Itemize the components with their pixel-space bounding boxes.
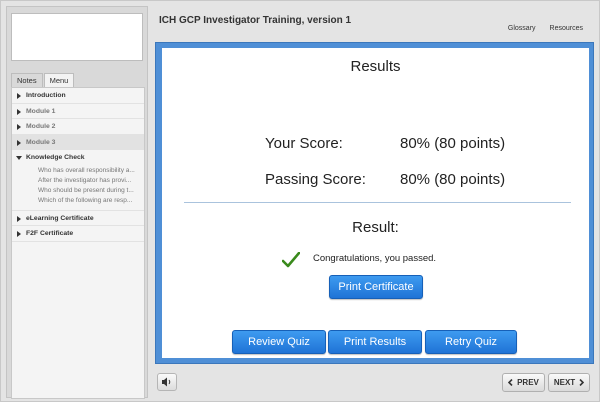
check-icon <box>282 252 300 268</box>
retry-quiz-button[interactable]: Retry Quiz <box>425 330 517 354</box>
menu-item-module-1[interactable]: Module 1 <box>12 104 144 119</box>
expand-arrow-icon <box>17 231 21 237</box>
menu-item-label: Module 3 <box>26 138 56 146</box>
sound-icon <box>162 377 171 387</box>
course-title: ICH GCP Investigator Training, version 1 <box>159 15 352 26</box>
menu-item-module-3[interactable]: Module 3 <box>12 134 144 150</box>
menu-item-label: F2F Certificate <box>26 230 74 237</box>
review-quiz-button[interactable]: Review Quiz <box>232 330 326 354</box>
logo-area <box>11 13 143 61</box>
result-label: Result: <box>352 219 399 236</box>
your-score-value: 80% (80 points) <box>400 135 506 152</box>
menu-item-elearning-certificate[interactable]: eLearning Certificate <box>12 211 144 226</box>
menu-item-label: Introduction <box>26 92 66 99</box>
menu-item-label: Module 1 <box>26 107 56 115</box>
results-panel: Results Your Score: 80% (80 points) Pass… <box>162 48 589 358</box>
expand-arrow-icon <box>17 215 21 222</box>
collapse-arrow-icon <box>16 156 22 160</box>
menu-item-f2f-certificate[interactable]: F2F Certificate <box>12 226 144 242</box>
prev-arrow-icon <box>508 379 513 386</box>
next-arrow-icon <box>579 379 585 386</box>
sound-button[interactable] <box>157 373 177 391</box>
expand-arrow-icon <box>17 108 21 115</box>
menu-item-introduction[interactable]: Introduction <box>12 88 144 104</box>
app-frame: Notes Menu Introduction Module 1 Module … <box>0 0 600 402</box>
sub-item-question-1[interactable]: Who has overall responsibility a... <box>12 166 144 176</box>
expand-arrow-icon <box>17 93 21 99</box>
sub-item-question-2[interactable]: After the investigator has provi... <box>12 176 144 186</box>
knowledge-check-subitems: Who has overall responsibility a... Afte… <box>12 166 144 211</box>
sub-item-question-3[interactable]: Who should be present during t... <box>12 186 144 196</box>
results-title: Results <box>350 58 401 75</box>
expand-arrow-icon <box>17 124 21 130</box>
top-links: Glossary Resources <box>508 25 583 32</box>
sidebar-tabs: Notes Menu <box>11 73 75 87</box>
menu-item-module-2[interactable]: Module 2 <box>12 119 144 135</box>
menu-item-label: Knowledge Check <box>26 154 85 161</box>
tab-notes[interactable]: Notes <box>11 73 43 87</box>
passing-score-label: Passing Score: <box>265 171 366 188</box>
prev-button[interactable]: PREV <box>502 373 545 392</box>
menu-item-label: Module 2 <box>26 123 56 130</box>
passing-score-value: 80% (80 points) <box>400 171 506 188</box>
prev-label: PREV <box>517 378 539 387</box>
tab-menu[interactable]: Menu <box>43 73 75 87</box>
next-label: NEXT <box>553 378 576 387</box>
glossary-link[interactable]: Glossary <box>508 25 536 32</box>
content-frame: Results Your Score: 80% (80 points) Pass… <box>155 42 594 364</box>
menu-item-knowledge-check[interactable]: Knowledge Check <box>12 150 144 166</box>
expand-arrow-icon <box>17 139 21 146</box>
next-button[interactable]: NEXT <box>548 373 590 392</box>
sidebar: Notes Menu Introduction Module 1 Module … <box>6 6 148 399</box>
divider <box>184 202 571 203</box>
resources-link[interactable]: Resources <box>550 25 583 32</box>
print-results-button[interactable]: Print Results <box>328 330 422 354</box>
pass-message: Congratulations, you passed. <box>313 253 437 264</box>
your-score-label: Your Score: <box>265 135 343 152</box>
menu-item-label: eLearning Certificate <box>26 214 94 222</box>
sub-item-question-4[interactable]: Which of the following are resp... <box>12 196 144 206</box>
print-certificate-button[interactable]: Print Certificate <box>329 275 423 299</box>
menu-list: Introduction Module 1 Module 2 Module 3 … <box>11 87 145 399</box>
